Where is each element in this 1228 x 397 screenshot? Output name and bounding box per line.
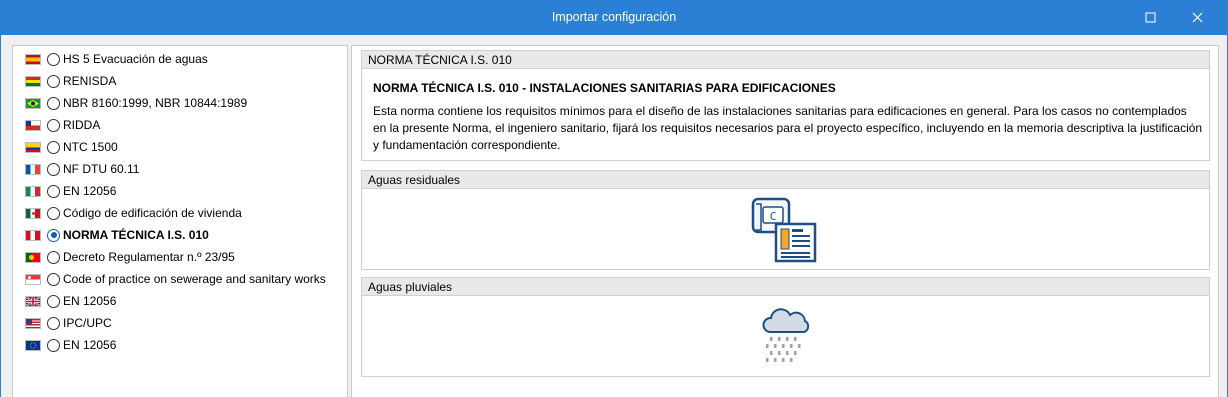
option-renisda[interactable]: RENISDA <box>25 71 116 91</box>
option-label: NORMA TÉCNICA I.S. 010 <box>63 228 209 242</box>
option-hs5[interactable]: HS 5 Evacuación de aguas <box>25 49 208 69</box>
option-usa[interactable]: IPC/UPC <box>25 313 112 333</box>
option-mexico[interactable]: Código de edificación de vivienda <box>25 203 242 223</box>
detail-panel: NORMA TÉCNICA I.S. 010 NORMA TÉCNICA I.S… <box>351 45 1219 397</box>
dialog-body: HS 5 Evacuación de aguas RENISDA NBR 816… <box>0 35 1228 397</box>
title-bar: Importar configuración <box>0 0 1228 35</box>
option-label: HS 5 Evacuación de aguas <box>63 52 208 66</box>
option-label: Code of practice on sewerage and sanitar… <box>63 272 326 286</box>
radio-button[interactable] <box>47 140 60 154</box>
option-nbr[interactable]: NBR 8160:1999, NBR 10844:1989 <box>25 93 247 113</box>
option-label: NTC 1500 <box>63 140 118 154</box>
option-en-italy[interactable]: EN 12056 <box>25 181 116 201</box>
radio-button[interactable] <box>47 316 60 330</box>
peru-flag-icon <box>25 229 41 241</box>
usa-flag-icon <box>25 317 41 329</box>
option-singapore[interactable]: Code of practice on sewerage and sanitar… <box>25 269 326 289</box>
rainwater-section: Aguas pluviales <box>361 277 1210 377</box>
option-label: NBR 8160:1999, NBR 10844:1989 <box>63 96 248 110</box>
radio-button[interactable] <box>47 52 60 66</box>
radio-button[interactable] <box>47 96 60 110</box>
close-button[interactable] <box>1174 0 1220 35</box>
option-label: IPC/UPC <box>63 316 112 330</box>
option-nf-dtu[interactable]: NF DTU 60.11 <box>25 159 139 179</box>
maximize-icon <box>1145 12 1156 23</box>
brazil-flag-icon <box>25 97 41 109</box>
option-label: RENISDA <box>63 74 117 88</box>
wastewater-icon: C <box>750 196 818 267</box>
option-label: RIDDA <box>63 118 101 132</box>
standard-header: NORMA TÉCNICA I.S. 010 <box>362 51 1209 69</box>
radio-button[interactable] <box>47 206 60 220</box>
mexico-flag-icon <box>25 207 41 219</box>
standard-description: Esta norma contiene los requisitos mínim… <box>373 104 1203 152</box>
option-label: NF DTU 60.11 <box>63 162 140 176</box>
wastewater-header: Aguas residuales <box>362 171 1209 189</box>
standards-list: HS 5 Evacuación de aguas RENISDA NBR 816… <box>12 45 348 397</box>
radio-button[interactable] <box>47 74 60 88</box>
standard-info-box: NORMA TÉCNICA I.S. 010 NORMA TÉCNICA I.S… <box>361 50 1210 161</box>
radio-button[interactable] <box>47 184 60 198</box>
eu-flag-icon <box>25 339 41 351</box>
option-label: Código de edificación de vivienda <box>63 206 242 220</box>
wastewater-section: Aguas residuales C <box>361 170 1210 270</box>
option-ridda[interactable]: RIDDA <box>25 115 100 135</box>
singapore-flag-icon <box>25 273 41 285</box>
option-label: EN 12056 <box>63 338 117 352</box>
option-label: EN 12056 <box>63 294 117 308</box>
rain-cloud-icon <box>756 308 812 369</box>
radio-button[interactable] <box>47 162 60 176</box>
radio-button[interactable] <box>47 272 60 286</box>
radio-button[interactable] <box>47 338 60 352</box>
bolivia-flag-icon <box>25 75 41 87</box>
radio-button-selected[interactable] <box>47 228 60 242</box>
uk-flag-icon <box>25 295 41 307</box>
rainwater-header: Aguas pluviales <box>362 278 1209 296</box>
window-title: Importar configuración <box>551 10 677 24</box>
chile-flag-icon <box>25 119 41 131</box>
svg-text:C: C <box>770 210 777 223</box>
close-icon <box>1192 12 1203 23</box>
portugal-flag-icon <box>25 251 41 263</box>
option-ntc[interactable]: NTC 1500 <box>25 137 118 157</box>
france-flag-icon <box>25 163 41 175</box>
radio-button[interactable] <box>47 250 60 264</box>
option-uk[interactable]: EN 12056 <box>25 291 116 311</box>
maximize-button[interactable] <box>1128 0 1174 35</box>
option-peru[interactable]: NORMA TÉCNICA I.S. 010 <box>25 225 209 245</box>
option-label: Decreto Regulamentar n.º 23/95 <box>63 250 235 264</box>
italy-flag-icon <box>25 185 41 197</box>
radio-button[interactable] <box>47 294 60 308</box>
standard-title: NORMA TÉCNICA I.S. 010 - INSTALACIONES S… <box>373 81 836 95</box>
option-portugal[interactable]: Decreto Regulamentar n.º 23/95 <box>25 247 235 267</box>
option-eu[interactable]: EN 12056 <box>25 335 116 355</box>
spain-flag-icon <box>25 53 41 65</box>
colombia-flag-icon <box>25 141 41 153</box>
radio-button[interactable] <box>47 118 60 132</box>
option-label: EN 12056 <box>63 184 117 198</box>
